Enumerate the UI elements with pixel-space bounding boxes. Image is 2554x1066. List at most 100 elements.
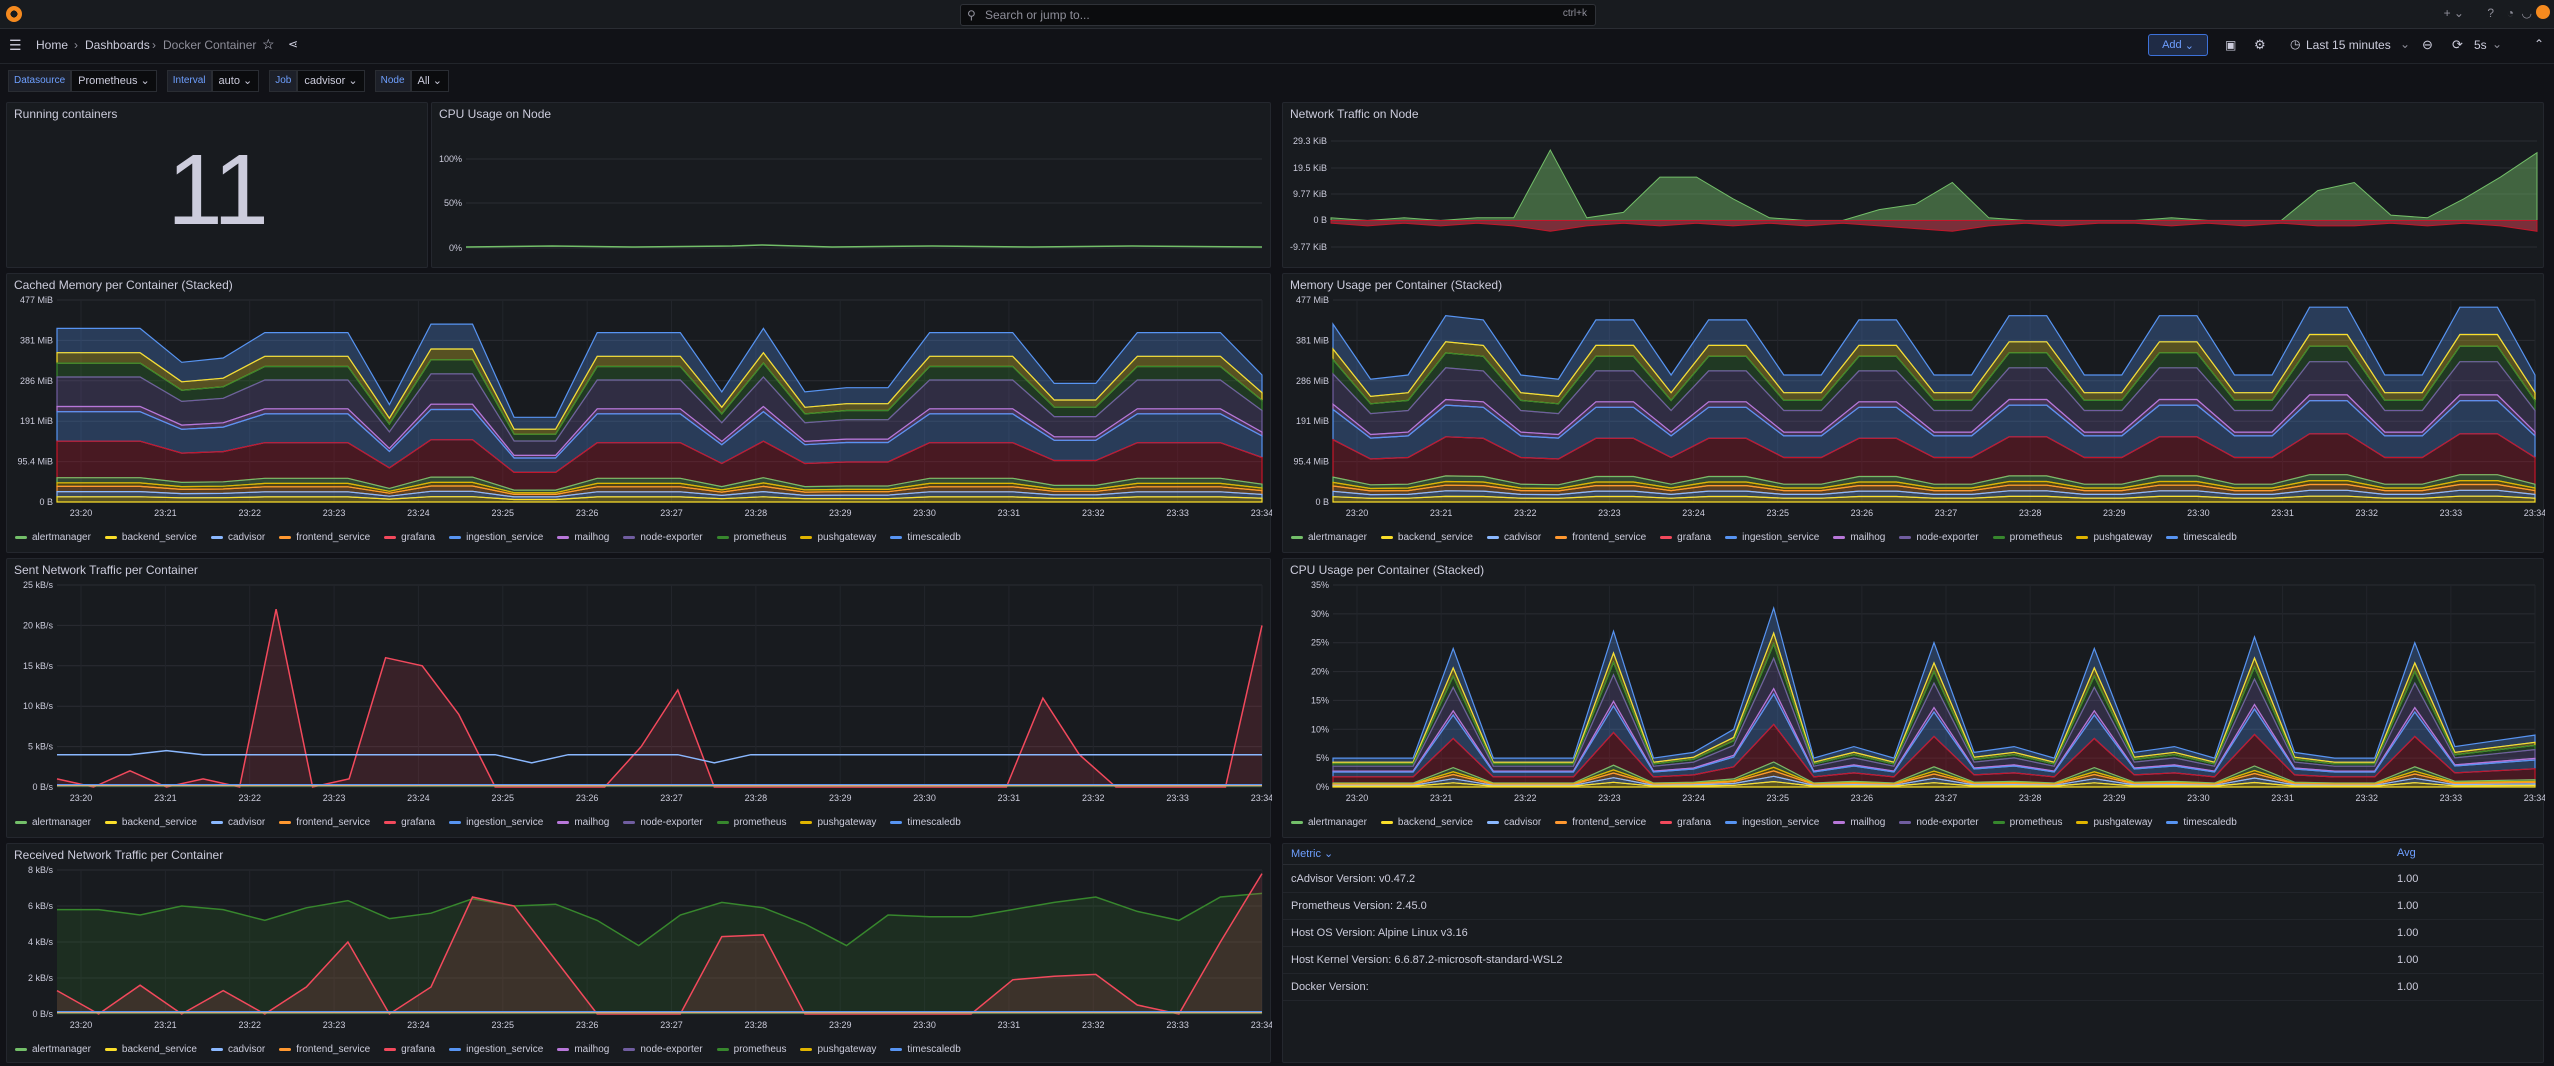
avatar[interactable]: [2536, 5, 2550, 19]
sent-network-panel[interactable]: Sent Network Traffic per Container 25 kB…: [6, 558, 1272, 838]
table-row[interactable]: Host Kernel Version: 6.6.87.2-microsoft-…: [1283, 947, 2543, 974]
legend-item[interactable]: pushgateway: [800, 532, 876, 543]
save-icon[interactable]: ▣: [2225, 38, 2236, 52]
legend-item[interactable]: alertmanager: [1291, 817, 1367, 828]
chevron-down-icon[interactable]: ⌄: [2400, 37, 2410, 51]
cpu-container-panel[interactable]: CPU Usage per Container (Stacked) 35% 30%…: [1282, 558, 2545, 838]
legend-item[interactable]: node-exporter: [1899, 532, 1979, 543]
legend-item[interactable]: grafana: [384, 817, 435, 828]
legend-item[interactable]: timescaledb: [890, 532, 961, 543]
legend-item[interactable]: mailhog: [1833, 532, 1885, 543]
legend-item[interactable]: prometheus: [716, 1044, 786, 1055]
legend-item[interactable]: timescaledb: [890, 817, 961, 828]
new-menu-icon[interactable]: + ⌄: [2444, 6, 2464, 20]
legend-item[interactable]: frontend_service: [1555, 817, 1646, 828]
legend-item[interactable]: cadvisor: [210, 1044, 265, 1055]
legend-item[interactable]: cadvisor: [210, 532, 265, 543]
legend-item[interactable]: node-exporter: [1899, 817, 1979, 828]
legend-item[interactable]: frontend_service: [1555, 532, 1646, 543]
legend-item[interactable]: frontend_service: [279, 1044, 370, 1055]
zoom-out-icon[interactable]: ⊖: [2422, 37, 2433, 53]
menu-icon[interactable]: ☰: [9, 37, 22, 54]
legend-item[interactable]: ingestion_service: [449, 532, 543, 543]
legend-item[interactable]: backend_service: [104, 532, 197, 543]
legend-item[interactable]: ingestion_service: [1725, 532, 1819, 543]
legend-item[interactable]: timescaledb: [2166, 532, 2237, 543]
cpu-node-panel[interactable]: CPU Usage on Node 100% 50% 0%: [431, 102, 1271, 268]
breadcrumb-home[interactable]: Home: [36, 38, 68, 52]
legend-item[interactable]: grafana: [1660, 532, 1711, 543]
column-header-metric[interactable]: Metric ⌄: [1291, 847, 1333, 860]
legend-item[interactable]: cadvisor: [210, 817, 265, 828]
variable-node[interactable]: Node All ⌄: [374, 70, 450, 92]
settings-gear-icon[interactable]: ⚙: [2254, 37, 2266, 53]
refresh-interval[interactable]: 5s: [2474, 38, 2487, 52]
grafana-logo-icon[interactable]: [6, 6, 22, 22]
legend-item[interactable]: cadvisor: [1486, 532, 1541, 543]
share-icon[interactable]: ⋖: [288, 37, 298, 51]
legend-item[interactable]: backend_service: [1380, 532, 1473, 543]
legend-item[interactable]: timescaledb: [2166, 817, 2237, 828]
legend-item[interactable]: backend_service: [1380, 817, 1473, 828]
legend-item[interactable]: node-exporter: [623, 817, 703, 828]
variable-select[interactable]: cadvisor ⌄: [297, 70, 365, 92]
legend-item[interactable]: ingestion_service: [1725, 817, 1819, 828]
legend-item[interactable]: alertmanager: [15, 817, 91, 828]
table-row[interactable]: Docker Version: 1.00: [1283, 974, 2543, 1001]
variable-select[interactable]: Prometheus ⌄: [71, 70, 157, 92]
legend-item[interactable]: mailhog: [557, 817, 609, 828]
legend-item[interactable]: ingestion_service: [449, 1044, 543, 1055]
legend-item[interactable]: prometheus: [1992, 532, 2062, 543]
refresh-icon[interactable]: ⟳: [2452, 37, 2463, 53]
cached-memory-panel[interactable]: Cached Memory per Container (Stacked) 47…: [6, 273, 1272, 553]
collapse-icon[interactable]: ⌃: [2534, 37, 2544, 51]
variable-datasource[interactable]: Datasource Prometheus ⌄: [8, 70, 157, 92]
legend-item[interactable]: mailhog: [1833, 817, 1885, 828]
versions-table-panel[interactable]: Metric ⌄ Avg cAdvisor Version: v0.47.2 1.…: [1282, 843, 2544, 1063]
legend-item[interactable]: grafana: [1660, 817, 1711, 828]
legend-item[interactable]: mailhog: [557, 532, 609, 543]
breadcrumb-dashboards[interactable]: Dashboards: [85, 38, 150, 52]
memory-usage-panel[interactable]: Memory Usage per Container (Stacked) 477…: [1282, 273, 2545, 553]
column-header-avg[interactable]: Avg: [2397, 847, 2416, 859]
legend-item[interactable]: prometheus: [1992, 817, 2062, 828]
legend-item[interactable]: prometheus: [716, 532, 786, 543]
notifications-icon[interactable]: ◡: [2522, 6, 2532, 20]
star-icon[interactable]: ☆: [262, 36, 275, 53]
table-row[interactable]: cAdvisor Version: v0.47.2 1.00: [1283, 866, 2543, 893]
running-containers-panel[interactable]: Running containers 11: [6, 102, 428, 268]
news-icon[interactable]: ◔: [2507, 6, 2514, 20]
legend-item[interactable]: frontend_service: [279, 817, 370, 828]
network-node-panel[interactable]: Network Traffic on Node 29.3 KiB 19.5 Ki…: [1282, 102, 2544, 268]
received-network-panel[interactable]: Received Network Traffic per Container 8…: [6, 843, 1272, 1063]
legend-item[interactable]: prometheus: [716, 817, 786, 828]
legend-item[interactable]: ingestion_service: [449, 817, 543, 828]
chevron-down-icon[interactable]: ⌄: [2492, 37, 2502, 51]
legend-item[interactable]: grafana: [384, 532, 435, 543]
variable-job[interactable]: Job cadvisor ⌄: [269, 70, 365, 92]
legend-item[interactable]: alertmanager: [1291, 532, 1367, 543]
table-row[interactable]: Host OS Version: Alpine Linux v3.16 1.00: [1283, 920, 2543, 947]
help-icon[interactable]: ?: [2487, 6, 2494, 20]
legend-item[interactable]: pushgateway: [2076, 817, 2152, 828]
legend-item[interactable]: alertmanager: [15, 1044, 91, 1055]
legend-item[interactable]: mailhog: [557, 1044, 609, 1055]
variable-select[interactable]: All ⌄: [410, 70, 450, 92]
legend-item[interactable]: pushgateway: [800, 1044, 876, 1055]
legend-item[interactable]: grafana: [384, 1044, 435, 1055]
legend-item[interactable]: backend_service: [104, 1044, 197, 1055]
variable-interval[interactable]: Interval auto ⌄: [166, 70, 260, 92]
legend-item[interactable]: backend_service: [104, 817, 197, 828]
legend-item[interactable]: alertmanager: [15, 532, 91, 543]
legend-item[interactable]: pushgateway: [2076, 532, 2152, 543]
legend-item[interactable]: timescaledb: [890, 1044, 961, 1055]
legend-item[interactable]: node-exporter: [623, 1044, 703, 1055]
variable-select[interactable]: auto ⌄: [211, 70, 260, 92]
legend-item[interactable]: cadvisor: [1486, 817, 1541, 828]
legend-item[interactable]: node-exporter: [623, 532, 703, 543]
table-row[interactable]: Prometheus Version: 2.45.0 1.00: [1283, 893, 2543, 920]
add-button[interactable]: Add ⌄: [2148, 34, 2208, 56]
legend-item[interactable]: frontend_service: [279, 532, 370, 543]
legend-item[interactable]: pushgateway: [800, 817, 876, 828]
time-range-picker[interactable]: Last 15 minutes: [2306, 38, 2391, 52]
